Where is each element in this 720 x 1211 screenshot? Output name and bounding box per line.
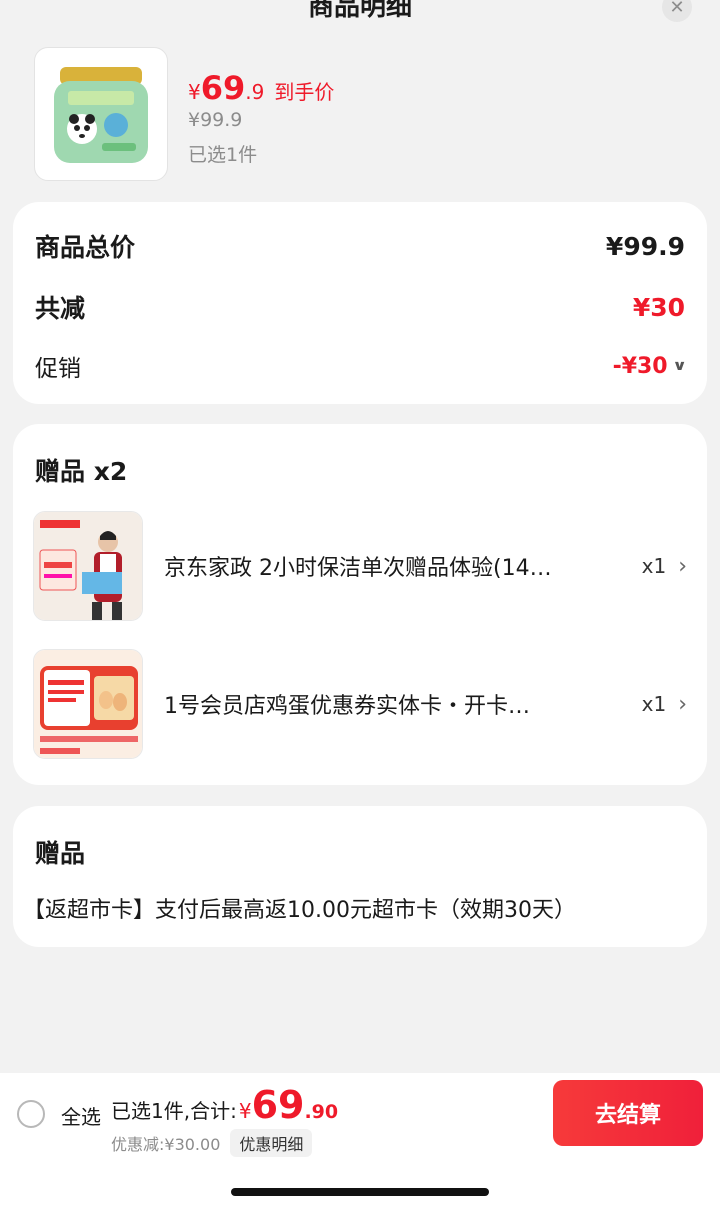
home-indicator[interactable] (231, 1188, 489, 1196)
product-image (34, 47, 168, 181)
total-decimal: .90 (304, 1101, 339, 1123)
selected-count: 已选1件 (188, 144, 258, 166)
gift-note-title: 赠品 (35, 839, 86, 868)
discount-line: 优惠减:¥30.00 优惠明细 (111, 1129, 313, 1157)
chevron-right-icon: › (678, 691, 687, 717)
detergent-jar-illustration (54, 67, 148, 163)
gift-quantity: x1 (641, 692, 667, 716)
chevron-right-icon: › (678, 553, 687, 579)
close-icon: ✕ (669, 0, 685, 18)
chevron-down-icon: ∨ (671, 358, 687, 374)
gift-item[interactable]: 1号会员店鸡蛋优惠券实体卡・开卡… x1 › (33, 648, 687, 760)
total-row: 商品总价 ¥99.9 (35, 228, 685, 264)
original-price: ¥99.9 (188, 109, 243, 131)
gift-note-text: 【返超市卡】支付后最高返10.00元超市卡（效期30天） (23, 898, 576, 923)
product-price: ¥ 69 .9 到手价 (188, 69, 334, 107)
total-integer: 69 (251, 1083, 305, 1127)
promotion-toggle[interactable]: -¥30 ∨ (612, 353, 687, 379)
select-all-label[interactable]: 全选 (61, 1101, 101, 1130)
gifts-card: 赠品 x2 京东家政 2小时保洁单次赠品体验(14… x1 › 1号会员店鸡蛋优… (13, 424, 707, 785)
checkout-button[interactable]: 去结算 (553, 1080, 703, 1146)
gift-item[interactable]: 京东家政 2小时保洁单次赠品体验(14… x1 › (33, 510, 687, 622)
gift-image-egg-card (33, 649, 143, 759)
promotion-value: -¥30 (612, 353, 668, 379)
price-tag: 到手价 (274, 80, 335, 104)
total-value: ¥99.9 (605, 231, 685, 261)
total-summary: 已选1件,合计: ¥ 69 .90 (111, 1083, 338, 1127)
reduction-label: 共减 (35, 294, 86, 323)
gift-image-cleaning (33, 511, 143, 621)
product-header: ¥ 69 .9 到手价 ¥99.9 已选1件 (34, 47, 694, 181)
gifts-title: 赠品 x2 (35, 457, 128, 486)
sheet-title: 商品明细 (307, 0, 412, 22)
total-label: 商品总价 (35, 233, 136, 262)
gift-name: 京东家政 2小时保洁单次赠品体验(14… (164, 556, 552, 581)
price-summary-card: 商品总价 ¥99.9 共减 ¥30 促销 -¥30 ∨ (13, 202, 707, 404)
price-decimal: .9 (245, 80, 265, 104)
discount-detail-button[interactable]: 优惠明细 (230, 1129, 313, 1157)
gift-note-card: 赠品 【返超市卡】支付后最高返10.00元超市卡（效期30天） (13, 806, 707, 947)
promotion-row[interactable]: 促销 -¥30 ∨ (35, 349, 687, 383)
reduction-value: ¥30 (632, 292, 685, 322)
gift-name: 1号会员店鸡蛋优惠券实体卡・开卡… (164, 694, 530, 719)
reduction-row: 共减 ¥30 (35, 289, 685, 325)
price-integer: 69 (200, 69, 246, 107)
discount-text: 优惠减:¥30.00 (111, 1135, 221, 1154)
promotion-label: 促销 (35, 356, 81, 382)
summary-label: 已选1件,合计: (111, 1099, 237, 1123)
select-all-radio[interactable] (17, 1100, 45, 1128)
checkout-bar: 全选 已选1件,合计: ¥ 69 .90 优惠减:¥30.00 优惠明细 去结算 (0, 1073, 720, 1211)
price-currency: ¥ (188, 80, 201, 104)
total-currency: ¥ (238, 1099, 252, 1123)
gift-quantity: x1 (641, 554, 667, 578)
